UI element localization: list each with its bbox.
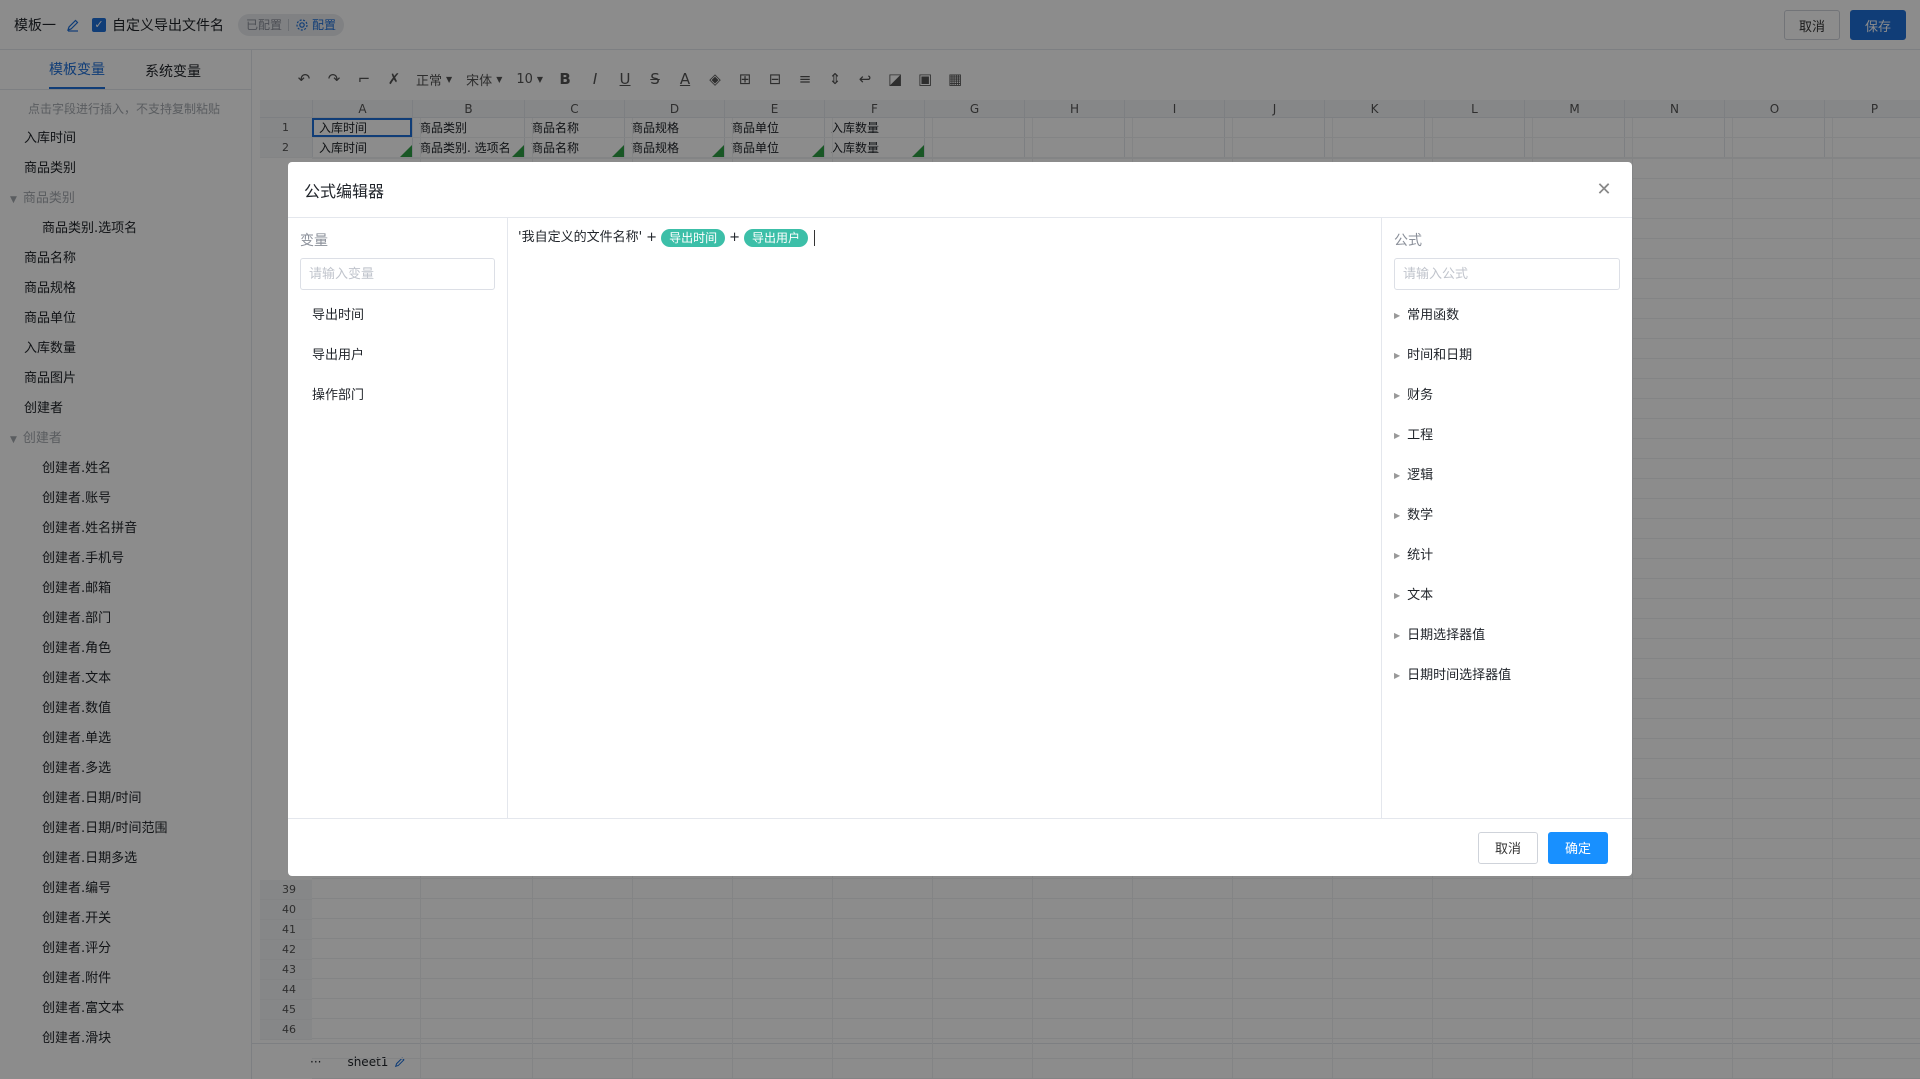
dialog-cancel-button[interactable]: 取消 [1477, 831, 1538, 864]
function-category-label: 工程 [1407, 428, 1434, 443]
variable-item[interactable]: 导出时间 [300, 296, 495, 336]
variable-list: 导出时间 导出用户 操作部门 [300, 296, 495, 416]
function-category-label: 文本 [1407, 588, 1434, 603]
dialog-body: 变量 导出时间导出用户操作部门 '我自定义的文件名称' + 导出时间 + 导出用… [288, 218, 1632, 818]
function-category[interactable]: ▶ 常用函数 [1394, 296, 1620, 336]
variables-panel: 变量 导出时间导出用户操作部门 [288, 218, 508, 818]
variable-search-input[interactable] [300, 258, 495, 290]
function-category[interactable]: ▶ 财务 [1394, 376, 1620, 416]
formula-variable-tag[interactable]: 导出时间 [661, 229, 726, 247]
dialog-footer: 取消 确定 [288, 818, 1632, 876]
function-category-label: 逻辑 [1407, 468, 1434, 483]
caret-right-icon: ▶ [1394, 551, 1401, 560]
function-category-label: 日期时间选择器值 [1407, 668, 1512, 683]
functions-title: 公式 [1394, 233, 1422, 249]
function-category[interactable]: ▶ 时间和日期 [1394, 336, 1620, 376]
caret-right-icon: ▶ [1394, 431, 1401, 440]
function-category-label: 数学 [1407, 508, 1434, 523]
function-category-list: ▶ 常用函数 ▶ 时间和日期 ▶ 财务 ▶ 工程 ▶ 逻辑 ▶ 数学 ▶ 统计 ▶ 文本 ▶ 日期选择器值 ▶ 日期时… [1394, 296, 1620, 696]
function-category-label: 时间和日期 [1407, 348, 1473, 363]
function-category-label: 统计 [1407, 548, 1434, 563]
function-category[interactable]: ▶ 统计 [1394, 536, 1620, 576]
function-category[interactable]: ▶ 数学 [1394, 496, 1620, 536]
caret-right-icon: ▶ [1394, 671, 1401, 680]
functions-panel: 公式 ▶常用函数▶时间和日期▶财务▶工程▶逻辑▶数学▶统计▶文本▶日期选择器值▶… [1382, 218, 1632, 818]
function-category[interactable]: ▶ 逻辑 [1394, 456, 1620, 496]
function-category[interactable]: ▶ 日期选择器值 [1394, 616, 1620, 656]
caret-right-icon: ▶ [1394, 351, 1401, 360]
function-category-label: 日期选择器值 [1407, 628, 1486, 643]
formula-operator: + [729, 230, 740, 245]
function-category[interactable]: ▶ 工程 [1394, 416, 1620, 456]
formula-expression: '我自定义的文件名称' + 导出时间 + 导出用户 [518, 228, 815, 248]
formula-variable-tag[interactable]: 导出用户 [743, 229, 808, 247]
dialog-header: 公式编辑器 [288, 162, 1632, 218]
function-search-input[interactable] [1394, 258, 1620, 290]
variable-item[interactable]: 操作部门 [300, 376, 495, 416]
close-icon[interactable]: ✕ [1594, 180, 1614, 200]
formula-operator: + [646, 230, 658, 245]
dialog-confirm-button[interactable]: 确定 [1547, 831, 1608, 864]
caret-right-icon: ▶ [1394, 591, 1401, 600]
caret-right-icon: ▶ [1394, 471, 1401, 480]
caret-right-icon: ▶ [1394, 391, 1401, 400]
caret-right-icon: ▶ [1394, 511, 1401, 520]
formula-editor-dialog: 公式编辑器 ✕ 变量 导出时间导出用户操作部门 '我自定义的文件名称' + 导出… [288, 162, 1632, 876]
function-category[interactable]: ▶ 日期时间选择器值 [1394, 656, 1620, 696]
function-category[interactable]: ▶ 文本 [1394, 576, 1620, 616]
variables-title: 变量 [300, 233, 328, 249]
function-category-label: 常用函数 [1407, 308, 1460, 323]
formula-literal: '我自定义的文件名称' [518, 230, 643, 245]
dialog-title: 公式编辑器 [304, 181, 385, 201]
caret-right-icon: ▶ [1394, 311, 1401, 320]
function-category-label: 财务 [1407, 388, 1434, 403]
caret-right-icon: ▶ [1394, 631, 1401, 640]
formula-editor-area[interactable]: '我自定义的文件名称' + 导出时间 + 导出用户 [508, 218, 1382, 818]
text-caret [814, 230, 815, 246]
variable-item[interactable]: 导出用户 [300, 336, 495, 376]
